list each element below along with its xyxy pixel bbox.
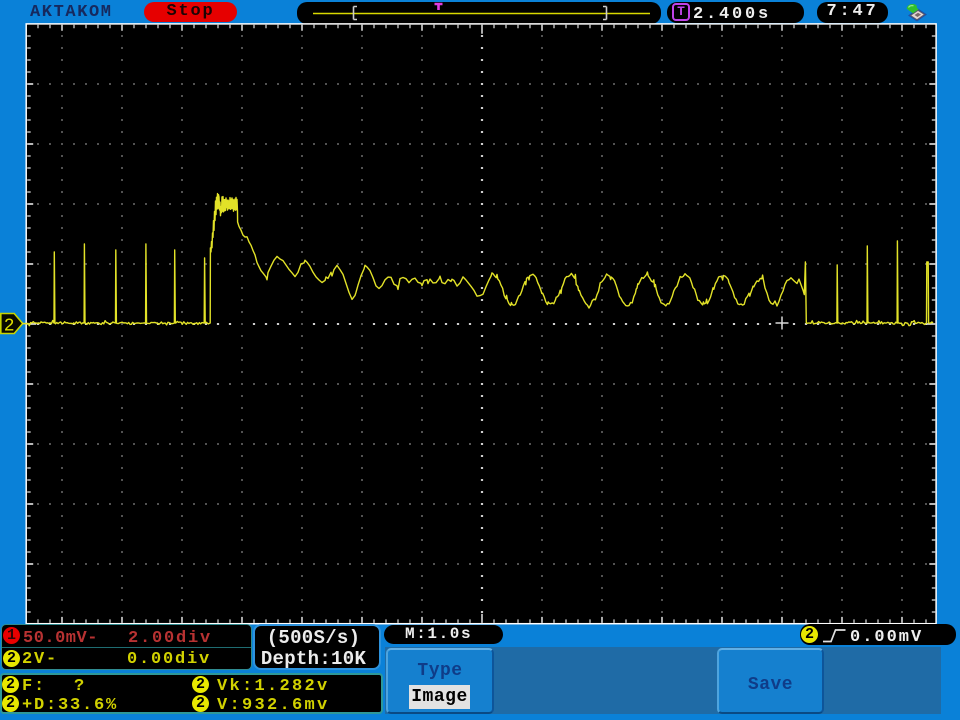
svg-text:2: 2 xyxy=(4,317,15,337)
